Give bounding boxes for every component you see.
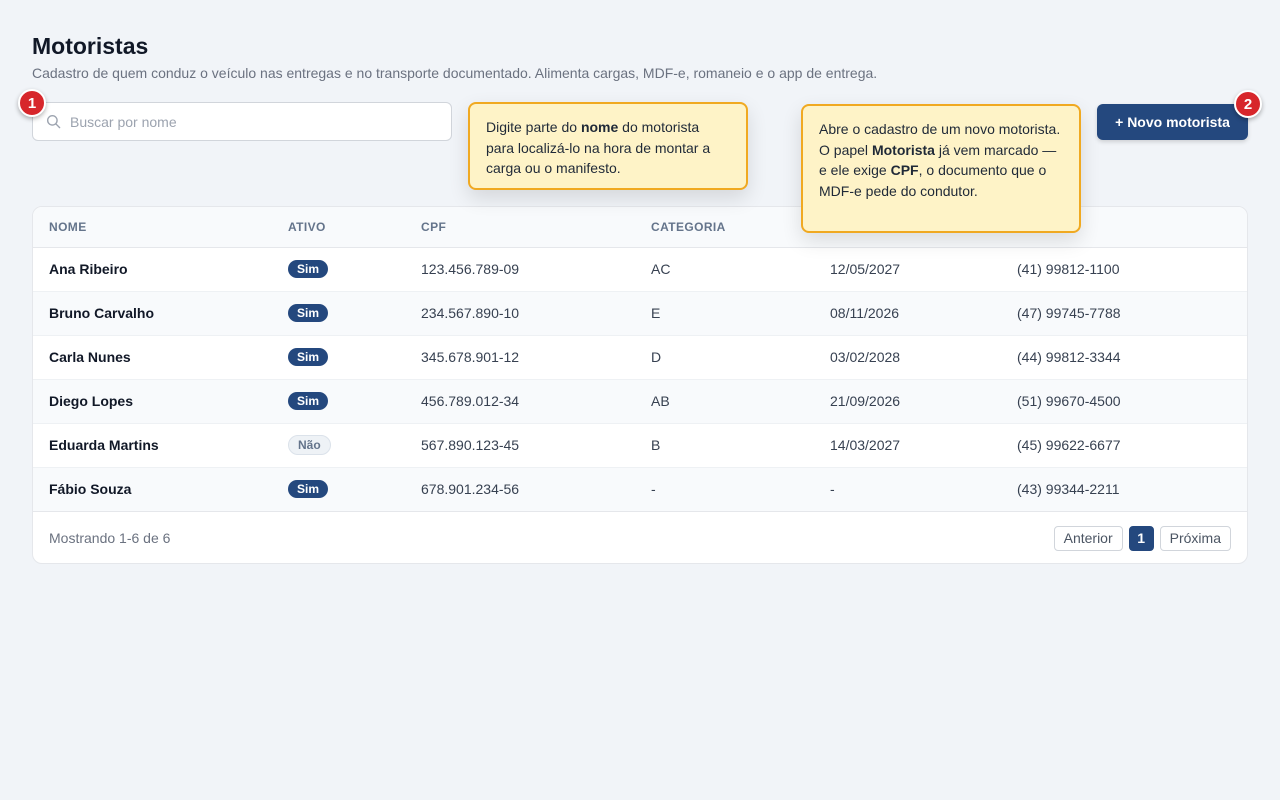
cell-ativo: Sim [288, 335, 421, 380]
cell-ativo: Sim [288, 467, 421, 512]
next-page-button[interactable]: Próxima [1159, 525, 1231, 551]
cell-cpf: 345.678.901-12 [421, 335, 651, 380]
drivers-table: NOME ATIVO CPF CATEGORIA E Ana Ribeiro S… [33, 207, 1247, 512]
cell-telefone: (51) 99670-4500 [1017, 379, 1247, 424]
table-footer: Mostrando 1-6 de 6 Anterior 1 Próxima [33, 513, 1247, 563]
tooltip-bold-text: CPF [890, 162, 919, 178]
table-row[interactable]: Carla Nunes Sim 345.678.901-12 D 03/02/2… [33, 335, 1247, 380]
cell-cpf: 567.890.123-45 [421, 423, 651, 468]
column-header-cpf[interactable]: CPF [421, 207, 651, 248]
status-badge: Sim [288, 480, 329, 498]
status-badge: Sim [288, 392, 329, 410]
pagination-summary: Mostrando 1-6 de 6 [49, 530, 171, 546]
cell-validade: - [830, 467, 1017, 512]
cell-categoria: E [651, 291, 830, 336]
cell-cpf: 678.901.234-56 [421, 467, 651, 512]
cell-validade: 03/02/2028 [830, 335, 1017, 380]
column-header-nome[interactable]: NOME [33, 207, 288, 248]
cell-categoria: - [651, 467, 830, 512]
cell-categoria: AB [651, 379, 830, 424]
search-box[interactable] [32, 102, 452, 141]
status-badge: Sim [288, 260, 329, 278]
status-badge: Sim [288, 304, 329, 322]
status-badge: Sim [288, 348, 329, 366]
cell-nome: Bruno Carvalho [33, 291, 288, 336]
table-row[interactable]: Fábio Souza Sim 678.901.234-56 - - (43) … [33, 467, 1247, 512]
tooltip-text: Digite parte do [486, 119, 581, 135]
page-1-button[interactable]: 1 [1128, 525, 1154, 551]
status-badge: Não [288, 435, 331, 455]
previous-page-button[interactable]: Anterior [1053, 525, 1123, 551]
new-driver-button[interactable]: + Novo motorista [1097, 104, 1248, 140]
table-row[interactable]: Ana Ribeiro Sim 123.456.789-09 AC 12/05/… [33, 247, 1247, 292]
cell-telefone: (47) 99745-7788 [1017, 291, 1247, 336]
cell-categoria: B [651, 423, 830, 468]
cell-cpf: 234.567.890-10 [421, 291, 651, 336]
cell-categoria: D [651, 335, 830, 380]
cell-cpf: 123.456.789-09 [421, 247, 651, 292]
step-marker-1: 1 [18, 89, 46, 117]
drivers-table-card: NOME ATIVO CPF CATEGORIA E Ana Ribeiro S… [32, 206, 1248, 564]
cell-telefone: (41) 99812-1100 [1017, 247, 1247, 292]
column-header-ativo[interactable]: ATIVO [288, 207, 421, 248]
cell-validade: 14/03/2027 [830, 423, 1017, 468]
cell-nome: Carla Nunes [33, 335, 288, 380]
cell-ativo: Sim [288, 291, 421, 336]
tooltip-search: Digite parte do nome do motorista para l… [468, 102, 748, 190]
cell-cpf: 456.789.012-34 [421, 379, 651, 424]
cell-categoria: AC [651, 247, 830, 292]
tooltip-bold-text: nome [580, 119, 619, 135]
step-marker-2: 2 [1234, 90, 1262, 118]
table-row[interactable]: Eduarda Martins Não 567.890.123-45 B 14/… [33, 423, 1247, 468]
page-subtitle: Cadastro de quem conduz o veículo nas en… [32, 65, 878, 81]
cell-validade: 08/11/2026 [830, 291, 1017, 336]
table-row[interactable]: Bruno Carvalho Sim 234.567.890-10 E 08/1… [33, 291, 1247, 336]
pagination: Anterior 1 Próxima [1053, 525, 1231, 551]
tooltip-new-driver: Abre o cadastro de um novo motorista. O … [801, 104, 1081, 233]
search-input[interactable] [70, 113, 430, 130]
cell-nome: Fábio Souza [33, 467, 288, 512]
cell-telefone: (45) 99622-6677 [1017, 423, 1247, 468]
search-icon [46, 114, 62, 130]
cell-validade: 12/05/2027 [830, 247, 1017, 292]
cell-ativo: Não [288, 423, 421, 468]
cell-telefone: (44) 99812-3344 [1017, 335, 1247, 380]
cell-telefone: (43) 99344-2211 [1017, 467, 1247, 512]
cell-nome: Eduarda Martins [33, 423, 288, 468]
tooltip-bold-text: Motorista [871, 141, 935, 158]
cell-nome: Diego Lopes [33, 379, 288, 424]
cell-ativo: Sim [288, 379, 421, 424]
cell-ativo: Sim [288, 247, 421, 292]
page-title: Motoristas [32, 33, 149, 59]
cell-validade: 21/09/2026 [830, 379, 1017, 424]
cell-nome: Ana Ribeiro [33, 247, 288, 292]
table-row[interactable]: Diego Lopes Sim 456.789.012-34 AB 21/09/… [33, 379, 1247, 424]
